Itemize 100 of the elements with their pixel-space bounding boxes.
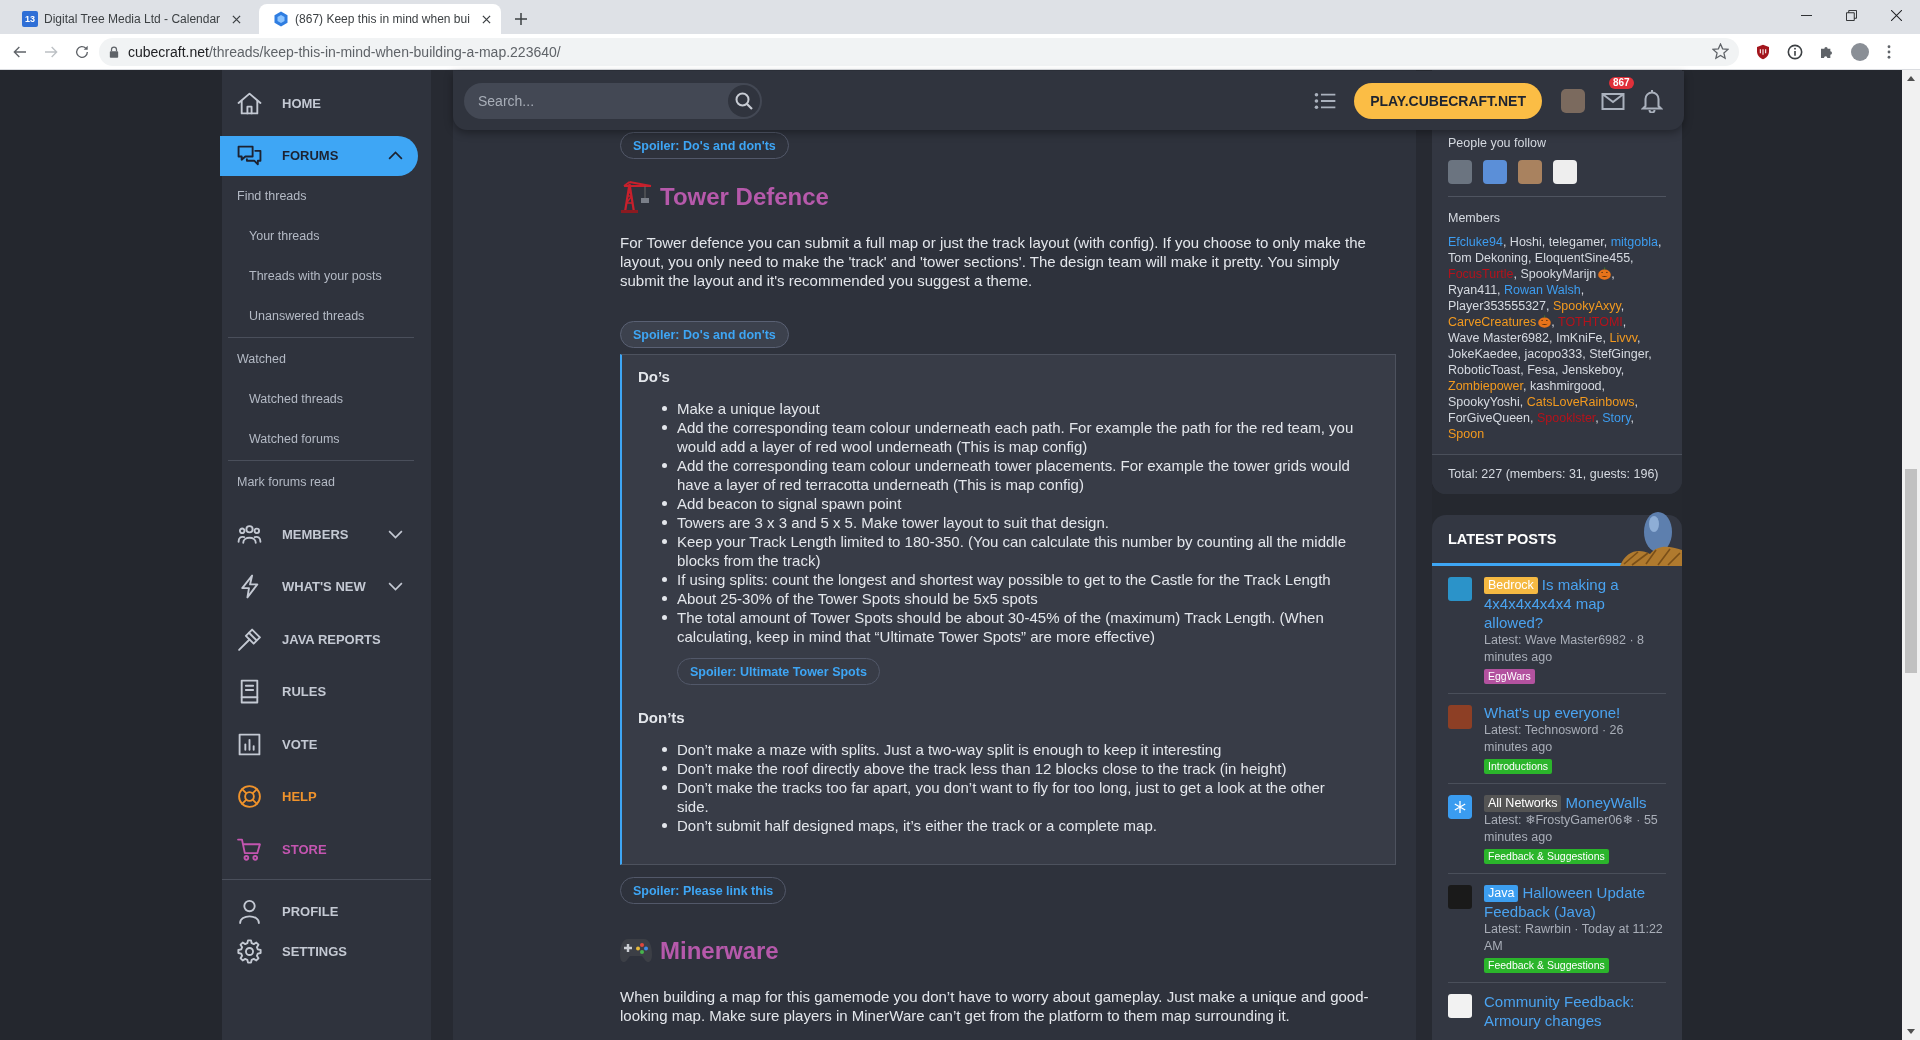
subnav-link[interactable]: Mark forums read [222, 461, 431, 502]
post-title-link[interactable]: Community Feedback: Armoury changes [1484, 992, 1666, 1030]
member-link[interactable]: telegamer [1548, 235, 1604, 249]
member-link[interactable]: Spoon [1448, 427, 1485, 441]
member-link[interactable]: StefGinger [1589, 347, 1649, 361]
member-link[interactable]: Tom Dekoning [1448, 251, 1528, 265]
nav-link[interactable]: HELP [220, 776, 418, 817]
list-item-text: About 25-30% of the Tower Spots should be 5x5 spots [677, 589, 1038, 608]
member-link[interactable]: Livvv [1609, 331, 1637, 345]
subnav-link[interactable]: Find threads [222, 175, 431, 216]
bullet-icon [662, 406, 667, 411]
post-title-link[interactable]: All Networks MoneyWalls [1484, 793, 1666, 812]
close-icon[interactable] [232, 14, 242, 24]
member-link[interactable]: kashmirgood [1530, 379, 1602, 393]
subnav-link[interactable]: Watched threads [222, 378, 431, 419]
post-title-link[interactable]: Bedrock Is making a 4x4x4x4x4x4 map allowed? [1484, 575, 1666, 632]
nav-link[interactable]: WHAT'S NEW [220, 566, 418, 607]
nav-link[interactable]: FORUMS [220, 135, 418, 176]
profile-avatar-photo[interactable] [1851, 42, 1869, 61]
member-link[interactable]: Wave Master6982 [1448, 331, 1549, 345]
bullet-icon [662, 596, 667, 601]
post-title-link[interactable]: What's up everyone! [1484, 703, 1666, 722]
new-tab-icon[interactable] [514, 13, 527, 25]
scroll-down-icon[interactable] [1907, 1029, 1915, 1034]
bullet-icon [662, 766, 667, 771]
subnav-link[interactable]: Watched [222, 338, 431, 379]
forum-tag[interactable]: EggWars [1484, 669, 1535, 684]
post-meta: Latest: Wave Master6982 · 8 minutes ago [1484, 632, 1646, 666]
member-link[interactable]: ForGiveQueen [1448, 411, 1530, 425]
scrollbar-thumb[interactable] [1905, 469, 1917, 673]
browser-tab[interactable]: (867) Keep this in mind when bui [259, 4, 501, 34]
post-meta: Latest: Rawrbin · Today at 11:22 AM [1484, 921, 1664, 955]
nav-link[interactable]: PROFILE [220, 891, 418, 931]
member-link[interactable]: Jenskeboy [1561, 363, 1621, 377]
nav-link[interactable]: SETTINGS [220, 931, 418, 971]
unread-count-badge: 867 [1609, 76, 1634, 89]
mail-icon[interactable] [1601, 90, 1625, 111]
member-link[interactable]: SpookyMarijn [1520, 267, 1597, 281]
close-icon[interactable] [1891, 9, 1902, 21]
member-link[interactable]: mitgobla [1610, 235, 1658, 249]
section-title: People you follow [1447, 135, 1547, 152]
snowflake-icon[interactable] [1448, 795, 1472, 819]
bullet-icon [662, 520, 667, 525]
close-icon[interactable] [481, 14, 491, 24]
menu-icon[interactable] [1887, 44, 1891, 59]
scrollbar-track[interactable] [1902, 70, 1920, 1040]
member-link[interactable]: Player353555327 [1448, 299, 1546, 313]
bookmark-star-icon[interactable] [1712, 43, 1729, 60]
post-meta: Latest: ❄FrostyGamer06❄ · 55 minutes ago [1484, 812, 1659, 846]
nav-link[interactable]: VOTE [220, 724, 418, 764]
member-link[interactable]: Hoshi [1509, 235, 1542, 249]
member-link[interactable]: Fesa [1527, 363, 1555, 377]
list-icon[interactable] [1314, 91, 1337, 110]
reload-icon[interactable] [74, 43, 90, 60]
tab-title: Digital Tree Media Ltd - Calendar [44, 12, 222, 26]
chevron-up-icon[interactable] [388, 151, 403, 160]
bell-icon[interactable] [1641, 88, 1663, 113]
member-link[interactable]: SpookyYoshi [1448, 395, 1520, 409]
list-item-text: Towers are 3 x 3 and 5 x 5. Make tower layout to suit that design. [677, 513, 1109, 532]
subnav-link[interactable]: Unanswered threads [222, 295, 431, 336]
subnav-link[interactable]: Your threads [222, 215, 431, 256]
member-link[interactable]: Zombiepower [1448, 379, 1524, 393]
chat-bubbles-icon [237, 143, 262, 168]
search-field[interactable]: Search... [464, 82, 762, 119]
post-title-link[interactable]: Java Halloween Update Feedback (Java) [1484, 883, 1666, 921]
member-link[interactable]: CarveCreatures [1448, 315, 1537, 329]
calendar-icon: 13 [22, 11, 38, 27]
section-heading: Tower Defence [660, 182, 829, 212]
server-address-button[interactable]: PLAY.CUBECRAFT.NET [1354, 82, 1542, 119]
nav-link[interactable]: JAVA REPORTS [220, 619, 418, 659]
nav-link[interactable]: RULES [220, 671, 418, 712]
scroll-up-icon[interactable] [1907, 76, 1915, 81]
bullet-icon [662, 501, 667, 506]
post-meta: Latest: Technosword · 26 minutes ago [1484, 722, 1625, 756]
bullet-icon [662, 615, 667, 620]
subnav-link[interactable]: Watched forums [222, 418, 431, 459]
spoiler-button[interactable]: Spoiler: Do's and don'ts [620, 321, 789, 348]
nav-link[interactable]: HOME [220, 83, 418, 123]
bullet-icon [662, 785, 667, 790]
bullet-icon [662, 463, 667, 468]
section-heading: Minerware [660, 936, 779, 966]
search-icon[interactable] [728, 84, 760, 117]
restore-icon[interactable] [1846, 9, 1857, 21]
bullet-icon [662, 823, 667, 828]
browser-tab[interactable]: 13 Digital Tree Media Ltd - Calendar [8, 4, 252, 34]
member-link[interactable]: SpookyAxyy [1552, 299, 1621, 313]
subnav-link[interactable]: Threads with your posts [222, 255, 431, 296]
nav-link[interactable]: MEMBERS [220, 514, 418, 554]
list-item-text: The total amount of Tower Spots should be about 30-45% of the (maximum) Track Length. (When calculating, keep in mind that “Ultimate Tower Spots” are more effective) [677, 608, 1325, 646]
chevron-down-icon[interactable] [388, 529, 403, 539]
chevron-down-icon[interactable] [388, 582, 403, 591]
list-item-text: Keep your Track Length limited to 180-350. (You can calculate this number by counting all the middle blocks from the track) [677, 532, 1347, 570]
member-link[interactable]: JokeKaedee [1448, 347, 1518, 361]
member-link[interactable]: Efcluke94 [1448, 235, 1503, 249]
member-link[interactable]: Rowan Walsh [1504, 283, 1581, 297]
info-icon[interactable] [1787, 43, 1803, 60]
address-field[interactable]: cubecraft.net/threads/keep-this-in-mind-when-building-a-map.223640/ [99, 37, 1739, 66]
shield-icon[interactable] [1755, 43, 1771, 60]
avatar-photo[interactable] [1561, 88, 1585, 113]
member-link[interactable]: Story [1602, 411, 1631, 425]
